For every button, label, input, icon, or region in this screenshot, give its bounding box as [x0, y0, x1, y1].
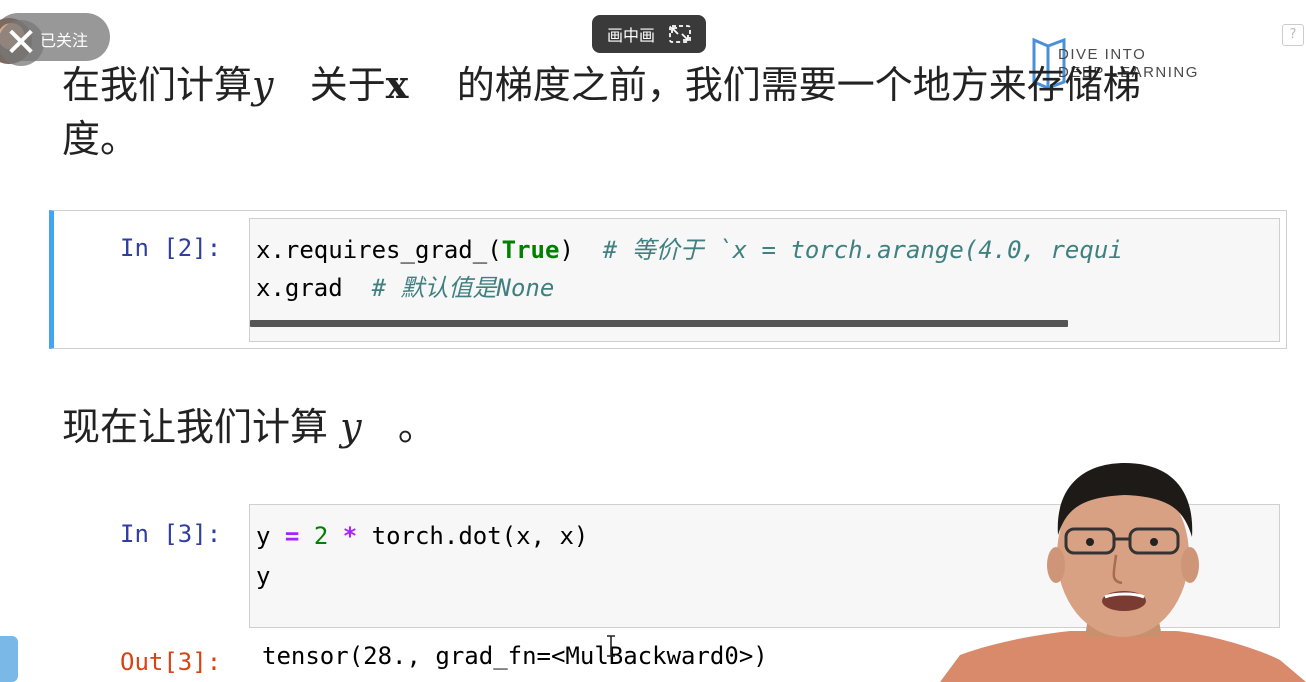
- math-y-2: y: [340, 405, 362, 449]
- markdown-cell-grad-storage: 在我们计算y 关于x 的梯度之前，我们需要一个地方来存储梯 度。: [62, 58, 1262, 166]
- md2-text-1: 现在让我们计算: [62, 405, 329, 449]
- help-icon[interactable]: ?: [1282, 24, 1304, 46]
- markdown-cell-compute-y: 现在让我们计算 y 。: [62, 400, 436, 454]
- md1-text-3: 的梯度之前，我们需要一个地方来存储梯: [456, 63, 1141, 107]
- md1-text-4: 度。: [62, 117, 139, 161]
- pip-label: 画中画: [606, 26, 655, 45]
- math-y: y: [252, 63, 274, 107]
- in-prompt-3: In [3]:: [120, 520, 222, 548]
- close-icon[interactable]: ✕: [0, 20, 44, 66]
- md1-text-1: 在我们计算: [62, 63, 253, 107]
- math-x: x: [385, 62, 409, 107]
- in-prompt-2: In [2]:: [120, 234, 222, 262]
- out-prompt-3: Out[3]:: [120, 648, 222, 676]
- md1-text-2: 关于: [309, 63, 386, 107]
- presenter-video: [940, 463, 1306, 682]
- pip-button[interactable]: 画中画: [592, 15, 706, 53]
- horizontal-scrollbar[interactable]: [250, 320, 1068, 327]
- md2-text-2: 。: [397, 405, 436, 449]
- pip-icon: [669, 25, 691, 43]
- follow-label: 已关注: [40, 31, 89, 50]
- code-line-3-1: y = 2 * torch.dot(x, x): [256, 522, 589, 550]
- code-line-2-1: x.requires_grad_(True) # 等价于 `x = torch.…: [256, 236, 1123, 264]
- cell-output-3: tensor(28., grad_fn=<MulBackward0>): [262, 642, 768, 670]
- text-cursor-icon: [607, 635, 615, 657]
- code-line-3-2: y: [256, 562, 271, 590]
- sidebar-toggle[interactable]: [0, 636, 18, 682]
- code-line-2-2: x.grad # 默认值是None: [256, 274, 555, 302]
